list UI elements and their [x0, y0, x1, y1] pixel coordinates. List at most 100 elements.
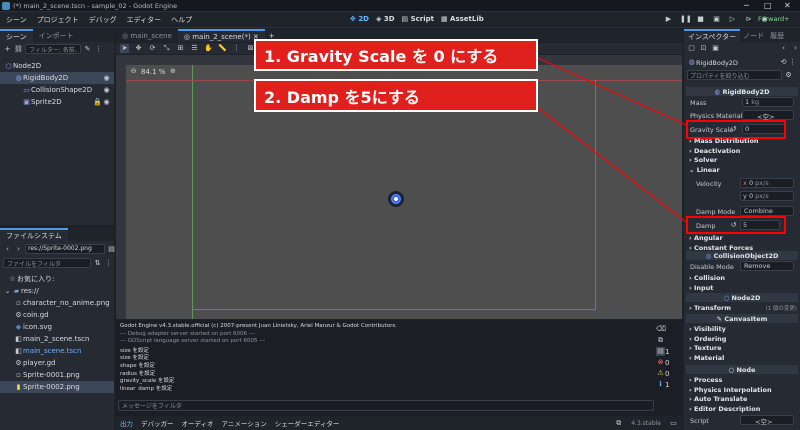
- category-solver[interactable]: › Solver: [689, 156, 759, 166]
- play-custom-icon[interactable]: ⊳: [744, 15, 753, 24]
- file-filter-input[interactable]: ファイルをフィルタ: [3, 258, 91, 268]
- physics-material-field[interactable]: <空>: [742, 110, 794, 121]
- add-node-icon[interactable]: +: [3, 45, 12, 54]
- history-icon[interactable]: ⟲: [779, 58, 788, 67]
- folder-root[interactable]: ⌄ ▰ res://: [0, 285, 114, 297]
- split-mode-icon[interactable]: ▤: [107, 245, 116, 254]
- filter-log-toggle[interactable]: ▤ 1: [656, 346, 680, 357]
- forward-icon[interactable]: ›: [14, 245, 23, 254]
- menu-debug[interactable]: デバッグ: [89, 15, 117, 25]
- tab-filesystem[interactable]: ファイルシステム: [0, 228, 68, 241]
- load-resource-icon[interactable]: ⊡: [699, 44, 708, 53]
- fs-menu-icon[interactable]: ⋮: [104, 259, 113, 268]
- tree-node-collisionshape2d[interactable]: ▭ CollisionShape2D ◉: [0, 84, 114, 96]
- velocity-x-field[interactable]: x 0 px/s: [740, 178, 794, 188]
- scene-filter-input[interactable]: フィルター: 名前、t: [25, 44, 81, 54]
- lock-icon[interactable]: 🔒: [93, 98, 102, 107]
- sort-icon[interactable]: ⇅: [93, 259, 102, 268]
- script-field[interactable]: <空>: [740, 415, 794, 426]
- visibility-eye-icon[interactable]: ◉: [102, 86, 111, 95]
- renderer-select[interactable]: Forward+: [758, 15, 790, 23]
- filter-editor-toggle[interactable]: ℹ1: [656, 379, 680, 390]
- category-physics-interpolation[interactable]: › Physics Interpolation: [689, 386, 772, 396]
- file-item[interactable]: ◧ main_scene.tscn: [0, 345, 114, 357]
- category-collision[interactable]: › Collision: [689, 274, 725, 284]
- tab-inspector[interactable]: インスペクター: [684, 29, 741, 42]
- category-material[interactable]: › Material: [689, 354, 726, 364]
- disable-mode-select[interactable]: Remove: [740, 261, 794, 271]
- file-item[interactable]: ◧ main_2_scene.tscn: [0, 333, 114, 345]
- category-visibility[interactable]: › Visibility: [689, 325, 726, 335]
- play-icon[interactable]: ▶: [664, 15, 673, 24]
- stop-icon[interactable]: ■: [696, 15, 705, 24]
- close-window-button[interactable]: ✕: [784, 1, 791, 10]
- next-icon[interactable]: ›: [791, 44, 800, 53]
- tab-debugger[interactable]: デバッガー: [141, 418, 174, 428]
- file-item[interactable]: ◆ icon.svg: [0, 321, 114, 333]
- category-texture[interactable]: › Texture: [689, 344, 726, 354]
- new-resource-icon[interactable]: ▢: [687, 44, 696, 53]
- tab-audio[interactable]: オーディオ: [182, 418, 214, 428]
- object-menu-icon[interactable]: ⋮: [788, 58, 797, 67]
- back-icon[interactable]: ‹: [3, 245, 12, 254]
- scale-tool-icon[interactable]: ⤡: [162, 44, 171, 53]
- property-filter-input[interactable]: プロパティを絞り込む: [687, 70, 782, 80]
- workspace-assetlib[interactable]: ▦ AssetLib: [441, 15, 484, 23]
- ruler-icon[interactable]: 📏: [218, 44, 227, 53]
- list-tool-icon[interactable]: ☰: [190, 44, 199, 53]
- tree-node-rigidbody2d[interactable]: ◍ RigidBody2D ◉: [0, 72, 114, 84]
- category-angular[interactable]: › Angular: [689, 234, 753, 244]
- category-ordering[interactable]: › Ordering: [689, 335, 726, 345]
- instance-icon[interactable]: ⛓: [14, 45, 23, 54]
- filter-warning-toggle[interactable]: ⚠ 0: [656, 368, 680, 379]
- file-item[interactable]: ⚙ player.gd: [0, 357, 114, 369]
- tab-main-scene[interactable]: ◎ main_scene: [116, 32, 178, 40]
- copy-icon[interactable]: ⧉: [656, 336, 665, 345]
- select-tool-icon[interactable]: ➤: [120, 44, 129, 53]
- clear-output-icon[interactable]: ⌫: [656, 325, 666, 334]
- menu-project[interactable]: プロジェクト: [37, 15, 79, 25]
- file-item[interactable]: ▮ Sprite-0002.png: [0, 381, 114, 393]
- workspace-script[interactable]: ▤ Script: [402, 15, 434, 23]
- pause-icon[interactable]: ❚❚: [680, 15, 692, 24]
- maximize-button[interactable]: □: [764, 1, 772, 10]
- category-deactivation[interactable]: › Deactivation: [689, 147, 759, 157]
- category-auto-translate[interactable]: › Auto Translate: [689, 395, 772, 405]
- file-item[interactable]: ▫ character_no_anime.png: [0, 297, 114, 309]
- tab-node[interactable]: ノード: [740, 31, 767, 41]
- remote-debug-icon[interactable]: ▣: [712, 15, 721, 24]
- category-mass-distribution[interactable]: › Mass Distribution: [689, 137, 759, 147]
- tab-main-2-scene[interactable]: ◎ main_2_scene(*) ✕: [177, 29, 265, 42]
- tab-animation[interactable]: アニメーション: [222, 418, 267, 428]
- workspace-2d[interactable]: ✥ 2D: [350, 15, 369, 23]
- rotate-tool-icon[interactable]: ⟳: [148, 44, 157, 53]
- tab-scene[interactable]: シーン: [0, 29, 33, 42]
- favorites-item[interactable]: ☆ お気に入り:: [0, 273, 114, 285]
- mass-field[interactable]: 1 kg: [742, 97, 794, 107]
- tree-node-sprite2d[interactable]: ▣ Sprite2D 🔒 ◉: [0, 96, 114, 108]
- tab-import[interactable]: インポート: [33, 31, 80, 41]
- tab-history[interactable]: 履歴: [767, 31, 787, 41]
- visibility-eye-icon[interactable]: ◉: [102, 74, 111, 83]
- menu-editor[interactable]: エディター: [127, 15, 162, 25]
- zoom-out-icon[interactable]: ⊖: [129, 67, 138, 76]
- expand-panel-icon[interactable]: ▭: [669, 419, 678, 428]
- play-scene-icon[interactable]: ▷: [728, 15, 737, 24]
- velocity-y-field[interactable]: y 0 px/s: [740, 191, 794, 201]
- minimize-button[interactable]: ─: [744, 1, 749, 10]
- filter-error-toggle[interactable]: ⊗ 0: [656, 357, 680, 368]
- category-process[interactable]: › Process: [689, 376, 772, 386]
- category-transform[interactable]: › Transform (1 個の変更): [689, 304, 797, 312]
- script-attach-icon[interactable]: ✎: [83, 45, 92, 54]
- visibility-eye-icon[interactable]: ◉: [102, 98, 111, 107]
- pan-tool-icon[interactable]: ✋: [204, 44, 213, 53]
- workspace-3d[interactable]: ◈ 3D: [376, 15, 395, 23]
- prev-icon[interactable]: ‹: [779, 44, 788, 53]
- category-input[interactable]: › Input: [689, 284, 725, 294]
- menu-help[interactable]: ヘルプ: [171, 15, 192, 25]
- tab-shader-editor[interactable]: シェーダーエディター: [275, 418, 340, 428]
- category-linear[interactable]: ⌄ Linear: [689, 166, 759, 176]
- path-field[interactable]: res://Sprite-0002.png: [25, 244, 105, 254]
- snap-icon[interactable]: ⋮: [232, 44, 241, 53]
- damp-mode-select[interactable]: Combine: [740, 206, 794, 216]
